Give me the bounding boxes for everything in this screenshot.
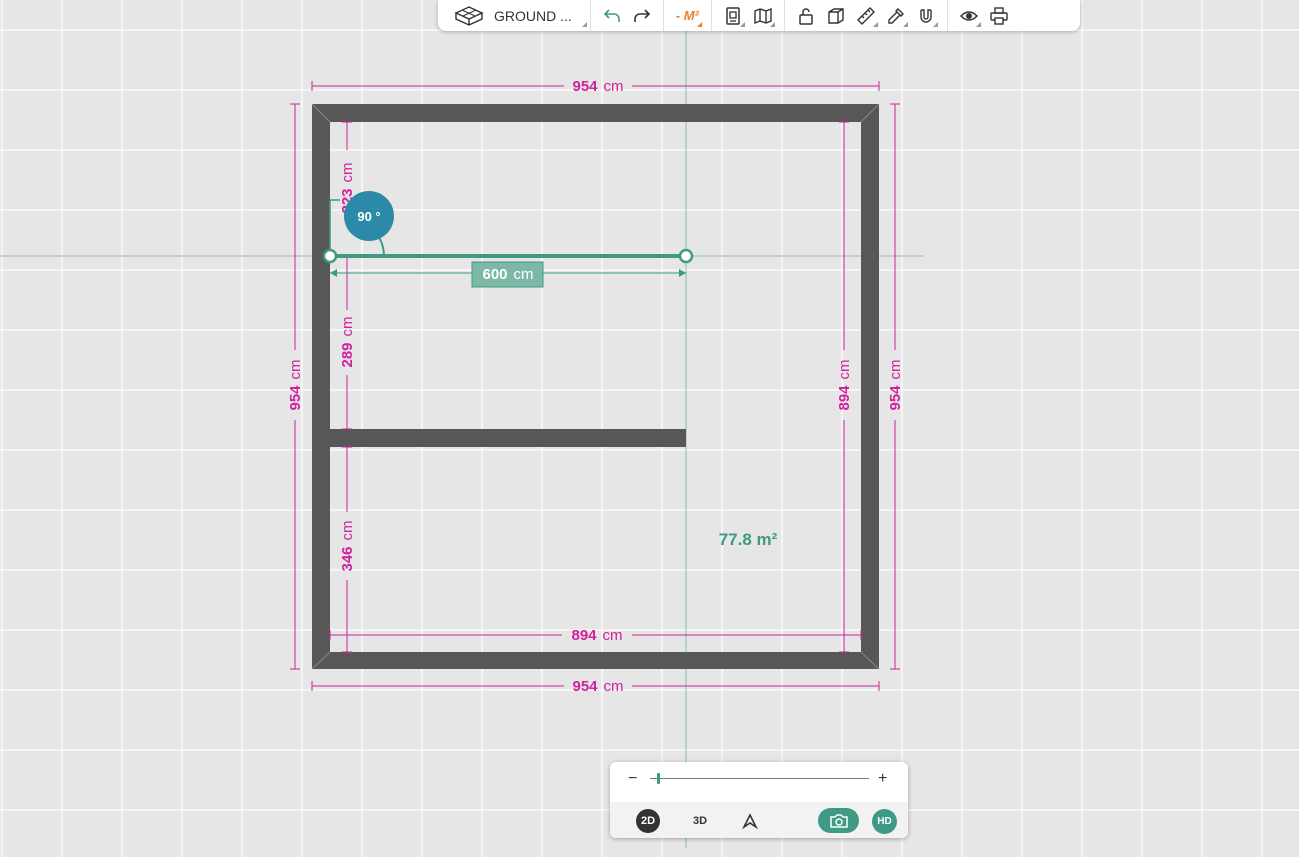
segment-mid-label: 289cm <box>339 316 356 367</box>
top-toolbar: GROUND ... - M² <box>438 0 1080 31</box>
view-mode-bar: 2D 3D HD <box>610 802 908 838</box>
top-dimension-label: 954 cm <box>572 78 623 95</box>
interior-wall[interactable] <box>330 429 686 447</box>
bottom-dimension-label: 954 cm <box>572 678 623 695</box>
right-inner-dimension-label: 894cm <box>836 359 853 410</box>
cube-view-button[interactable] <box>821 0 851 31</box>
zoom-in-button[interactable]: + <box>878 770 887 788</box>
undo-button[interactable] <box>597 0 627 31</box>
zoom-bar: − + <box>610 762 908 802</box>
zoom-slider-thumb[interactable] <box>656 773 660 784</box>
outer-walls[interactable] <box>312 104 879 669</box>
undo-icon <box>603 8 620 22</box>
eyedropper-button[interactable] <box>881 0 911 31</box>
visibility-button[interactable] <box>954 0 984 31</box>
floor-plan-canvas[interactable]: 954 cm 954 cm 894 cm 954cm 954cm 894cm 223c… <box>0 0 1299 857</box>
walls[interactable] <box>311 103 880 670</box>
redo-icon <box>633 8 650 22</box>
zoom-out-button[interactable]: − <box>628 770 637 788</box>
ruler-button[interactable] <box>851 0 881 31</box>
redo-button[interactable] <box>627 0 657 31</box>
print-button[interactable] <box>984 0 1014 31</box>
angle-label: 90 ° <box>357 209 380 224</box>
printer-icon <box>990 6 1008 25</box>
cube-icon <box>828 7 844 24</box>
wall-end-handle[interactable] <box>678 248 694 264</box>
map-button[interactable] <box>748 0 778 31</box>
area-unit-button[interactable]: - M² <box>670 0 705 31</box>
catalog-button[interactable] <box>718 0 748 31</box>
room-area-label[interactable]: 77.8 m² <box>719 530 778 549</box>
camera-icon <box>829 813 848 828</box>
drawing-wall[interactable]: 600 cm 90 ° <box>322 191 694 288</box>
view-2d-button[interactable]: 2D <box>636 809 660 833</box>
segment-bottom-label: 346cm <box>339 520 356 571</box>
screenshot-button[interactable] <box>818 808 859 833</box>
lock-button[interactable] <box>791 0 821 31</box>
hd-render-button[interactable]: HD <box>872 809 897 834</box>
unlock-icon <box>799 7 813 25</box>
zoom-track[interactable] <box>650 778 869 779</box>
view-3d-button[interactable]: 3D <box>688 809 712 833</box>
view-panel: − + 2D 3D HD <box>610 762 908 838</box>
floor-cube-icon <box>454 5 484 26</box>
floor-selector[interactable]: GROUND ... <box>444 0 590 31</box>
navigate-button[interactable] <box>738 809 762 833</box>
magnet-button[interactable] <box>911 0 941 31</box>
navigation-arrow-icon <box>742 813 758 829</box>
grid <box>0 0 1299 857</box>
floor-label: GROUND ... <box>494 7 572 24</box>
wall-start-handle[interactable] <box>322 248 338 264</box>
